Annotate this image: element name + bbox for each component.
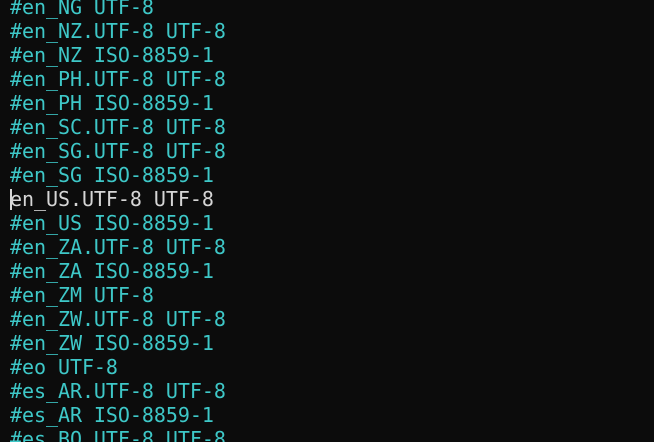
text-line-active[interactable]: en_US.UTF-8 UTF-8	[10, 187, 226, 211]
text-line[interactable]: #es_AR.UTF-8 UTF-8	[10, 379, 226, 403]
text-line[interactable]: #en_US ISO-8859-1	[10, 211, 226, 235]
text-line[interactable]: #en_ZM UTF-8	[10, 283, 226, 307]
text-line[interactable]: #en_ZA.UTF-8 UTF-8	[10, 235, 226, 259]
text-buffer[interactable]: #en_NG UTF-8 #en_NZ.UTF-8 UTF-8 #en_NZ I…	[10, 0, 226, 442]
text-line[interactable]: #es_AR ISO-8859-1	[10, 403, 226, 427]
text-line[interactable]: #en_NG UTF-8	[10, 0, 226, 19]
text-line[interactable]: #es_BO.UTF-8 UTF-8	[10, 427, 226, 442]
text-line[interactable]: #en_ZW.UTF-8 UTF-8	[10, 307, 226, 331]
text-line[interactable]: #en_ZW ISO-8859-1	[10, 331, 226, 355]
text-line[interactable]: #en_PH.UTF-8 UTF-8	[10, 67, 226, 91]
text-line[interactable]: #en_ZA ISO-8859-1	[10, 259, 226, 283]
text-line[interactable]: #en_NZ ISO-8859-1	[10, 43, 226, 67]
text-line[interactable]: #en_SG ISO-8859-1	[10, 163, 226, 187]
text-line[interactable]: #en_PH ISO-8859-1	[10, 91, 226, 115]
text-line[interactable]: #en_NZ.UTF-8 UTF-8	[10, 19, 226, 43]
terminal-window[interactable]: #en_NG UTF-8 #en_NZ.UTF-8 UTF-8 #en_NZ I…	[0, 0, 654, 442]
active-line-text: en_US.UTF-8 UTF-8	[10, 187, 214, 211]
text-line[interactable]: #en_SG.UTF-8 UTF-8	[10, 139, 226, 163]
text-line[interactable]: #en_SC.UTF-8 UTF-8	[10, 115, 226, 139]
text-line[interactable]: #eo UTF-8	[10, 355, 226, 379]
